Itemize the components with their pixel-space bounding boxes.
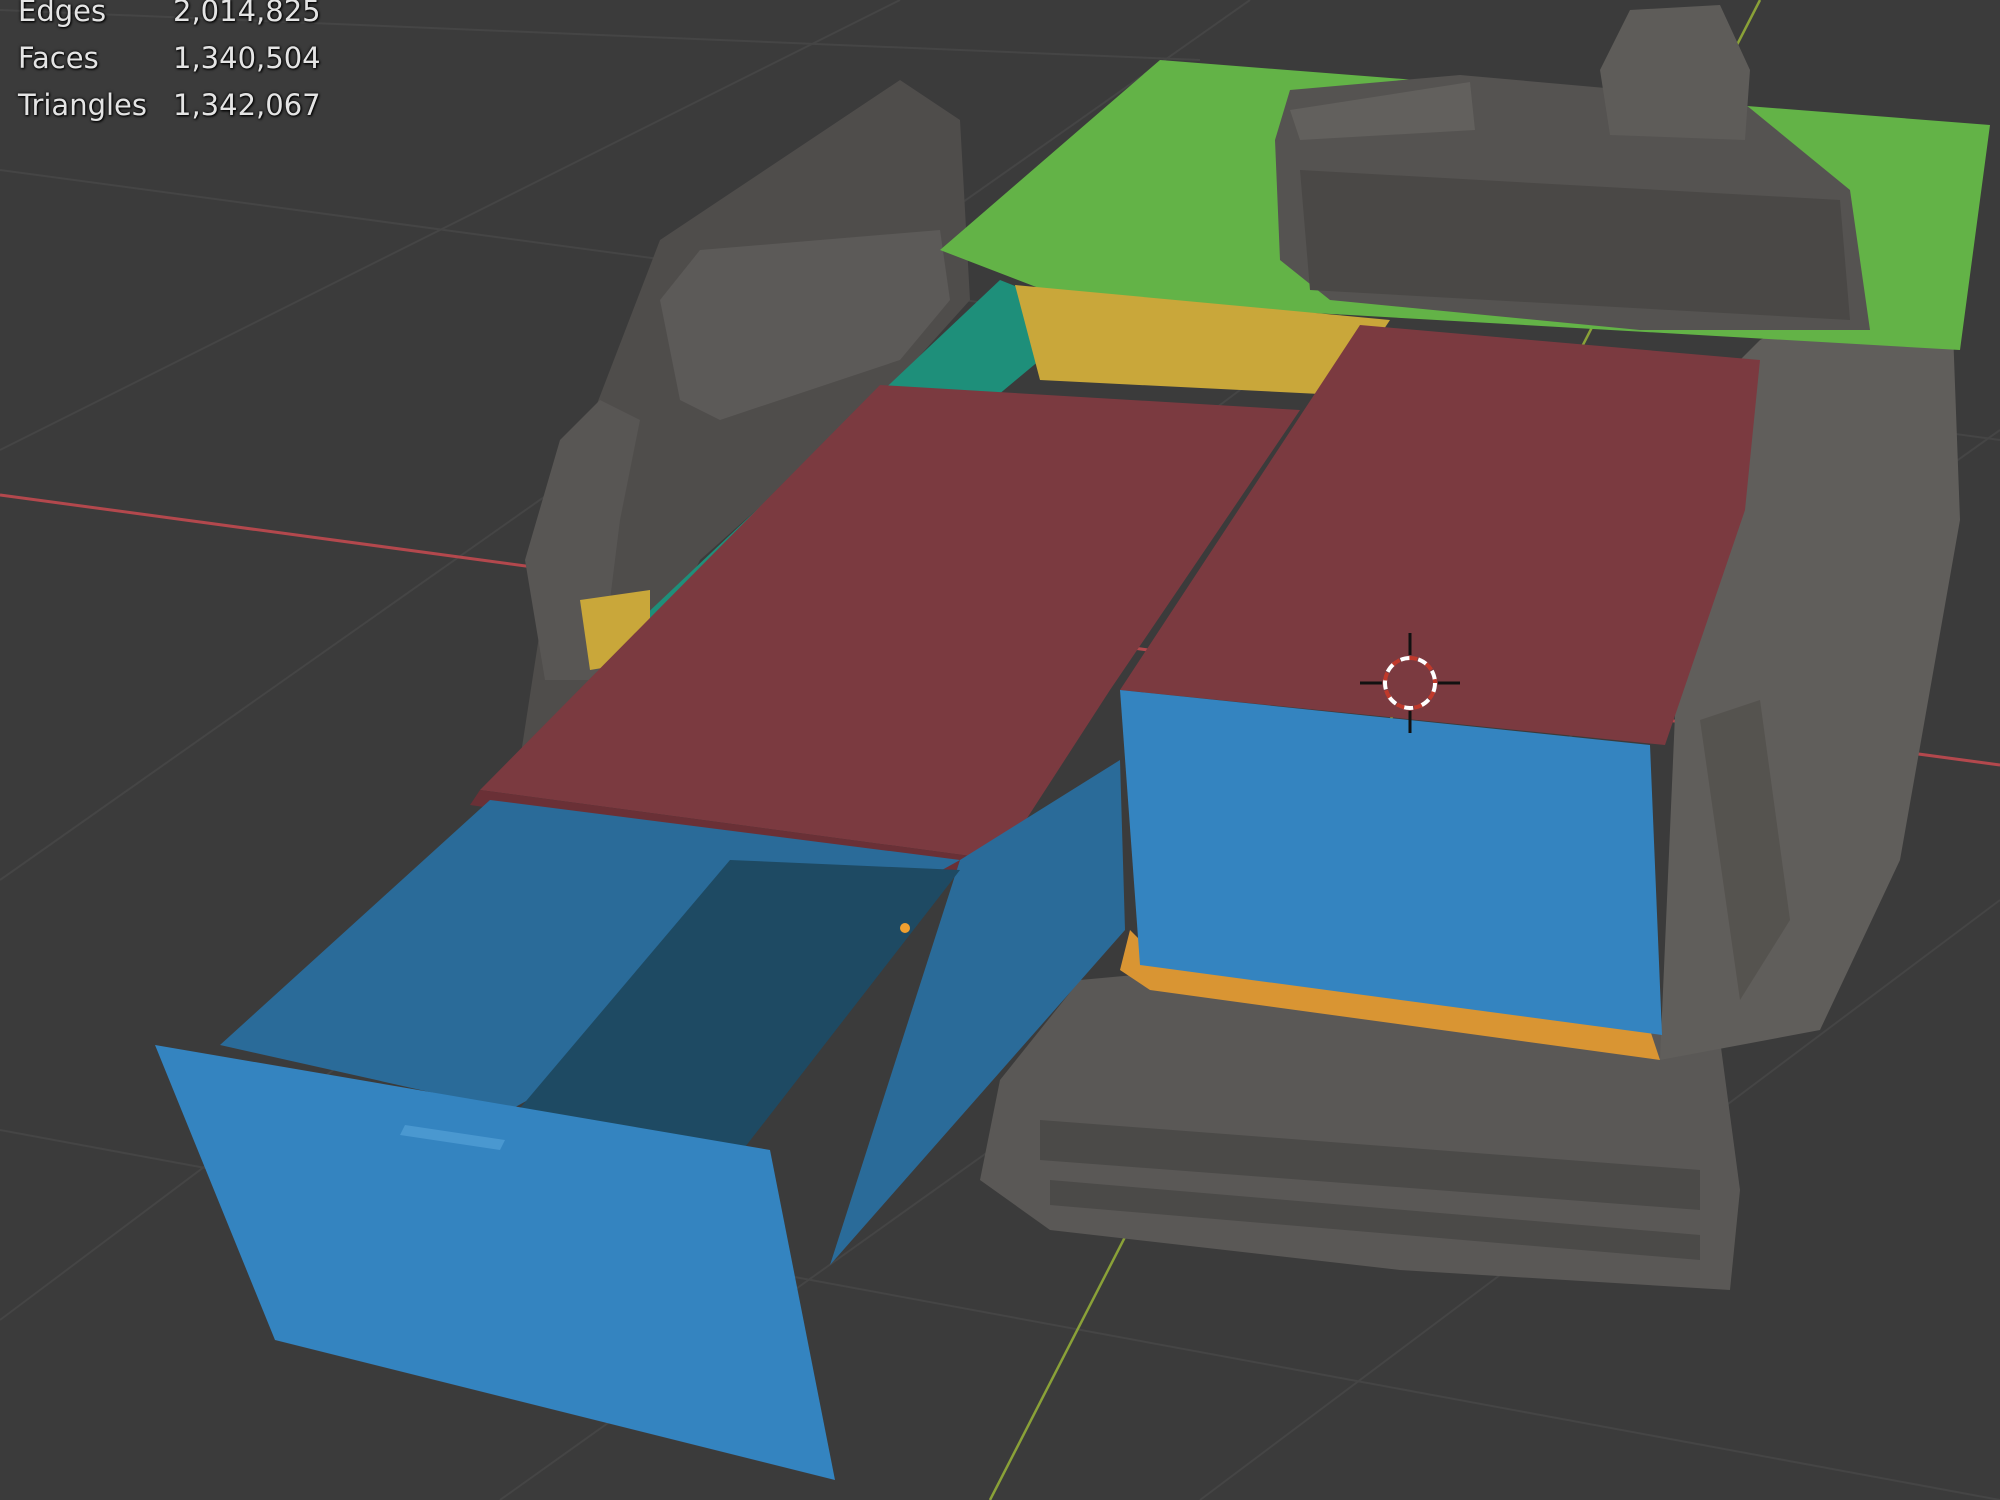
- viewport-statistics-overlay: Edges 2,014,825 Faces 1,340,504 Triangle…: [18, 0, 321, 129]
- stat-label-triangles: Triangles: [18, 88, 147, 122]
- stat-row-edges: Edges 2,014,825: [18, 0, 321, 35]
- stat-row-triangles: Triangles 1,342,067: [18, 82, 321, 129]
- stat-value-edges: 2,014,825: [173, 0, 321, 28]
- origin-dot-icon: [900, 923, 910, 933]
- blue-drawer-left: [155, 760, 1125, 1480]
- scene-canvas[interactable]: [0, 0, 2000, 1500]
- rear-seat-mesh: [1275, 5, 1870, 330]
- stat-label-edges: Edges: [18, 0, 107, 28]
- stat-row-faces: Faces 1,340,504: [18, 35, 321, 82]
- stat-label-faces: Faces: [18, 41, 99, 75]
- stat-value-triangles: 1,342,067: [173, 88, 321, 122]
- 3d-viewport[interactable]: Edges 2,014,825 Faces 1,340,504 Triangle…: [0, 0, 2000, 1500]
- stat-value-faces: 1,340,504: [173, 41, 321, 75]
